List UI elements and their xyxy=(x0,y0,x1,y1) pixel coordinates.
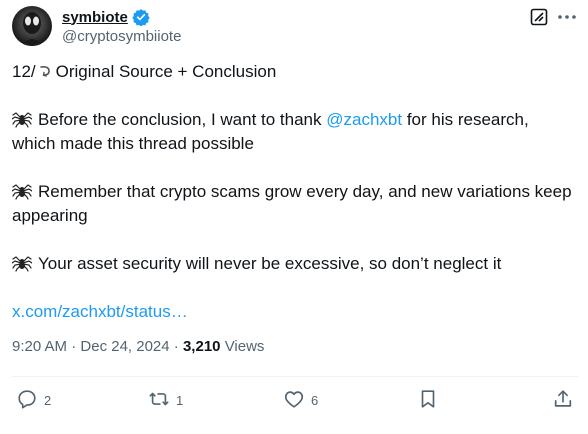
share-button[interactable] xyxy=(552,386,574,414)
repost-button[interactable]: 1 xyxy=(148,386,183,414)
grok-icon[interactable] xyxy=(530,8,548,26)
reply-icon xyxy=(16,388,38,413)
like-button[interactable]: 6 xyxy=(283,386,318,414)
divider xyxy=(12,376,578,377)
more-icon[interactable] xyxy=(556,10,578,24)
tweet-text: 12/Original Source + Conclusion Before t… xyxy=(11,60,572,324)
reply-count: 2 xyxy=(44,392,52,408)
views-count: 3,210 xyxy=(182,338,221,355)
tweet-meta: 9:20 AM · Dec 24, 2024 · 3,210 Views xyxy=(12,338,264,355)
author-names: symbiote @cryptosymbiiote xyxy=(62,7,181,46)
mention-link[interactable]: @zachxbt xyxy=(326,110,402,129)
spider-icon xyxy=(11,110,33,128)
meta-separator: · xyxy=(71,338,77,355)
spider-icon xyxy=(11,182,33,200)
action-bar: 2 1 6 xyxy=(12,386,578,414)
spider-icon xyxy=(11,254,33,272)
avatar[interactable] xyxy=(12,6,52,46)
bookmark-icon xyxy=(417,388,439,413)
paragraph-3-text: Your asset security will never be excess… xyxy=(38,254,502,273)
repost-icon xyxy=(148,388,170,413)
tweet-time[interactable]: 9:20 AM xyxy=(12,338,67,355)
like-count: 6 xyxy=(311,392,319,408)
repost-count: 1 xyxy=(176,392,184,408)
tweet-link-line: x.com/zachxbt/status… xyxy=(12,300,572,324)
paragraph-1-text: Before the conclusion, I want to thank xyxy=(38,110,327,129)
tweet-date[interactable]: Dec 24, 2024 xyxy=(80,338,169,355)
tweet-number: 12/ xyxy=(12,62,36,81)
bookmark-button[interactable] xyxy=(417,386,439,414)
paragraph-2-text: Remember that crypto scams grow every da… xyxy=(12,182,572,225)
verified-icon xyxy=(132,8,150,27)
source-link[interactable]: x.com/zachxbt/status… xyxy=(12,302,188,321)
tweet-paragraph-1: Before the conclusion, I want to thank @… xyxy=(11,108,572,156)
tweet-paragraph-3: Your asset security will never be excess… xyxy=(11,252,572,276)
reply-button[interactable]: 2 xyxy=(16,386,51,414)
tweet-paragraph-2: Remember that crypto scams grow every da… xyxy=(11,180,572,228)
meta-separator: · xyxy=(173,338,179,355)
share-icon xyxy=(552,388,574,413)
like-icon xyxy=(283,388,305,413)
views-label: Views xyxy=(224,338,265,355)
hook-icon xyxy=(38,61,52,77)
handle[interactable]: @cryptosymbiiote xyxy=(62,28,181,45)
tweet-line-1: 12/Original Source + Conclusion xyxy=(12,60,572,84)
tweet-heading: Original Source + Conclusion xyxy=(55,62,277,81)
tweet-header: symbiote @cryptosymbiiote xyxy=(12,6,578,46)
display-name[interactable]: symbiote xyxy=(62,9,128,26)
